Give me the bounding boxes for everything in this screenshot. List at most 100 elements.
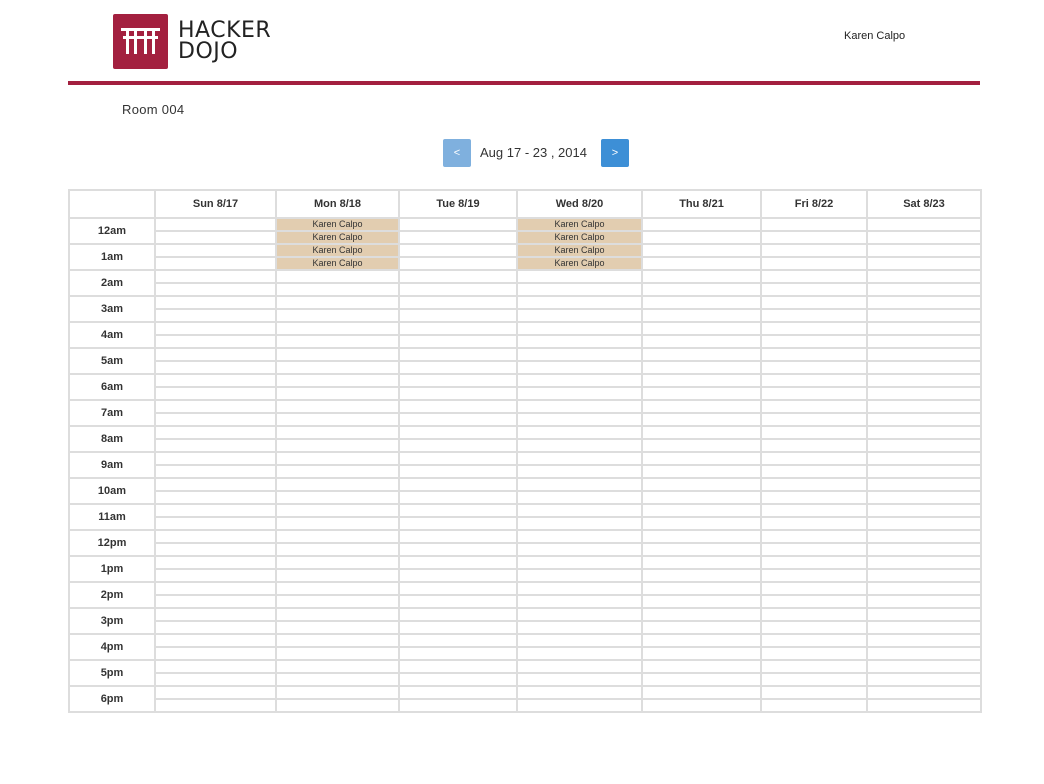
time-slot-cell[interactable]: [516, 698, 643, 713]
time-slot-cell[interactable]: [866, 542, 982, 557]
time-slot-cell[interactable]: [760, 373, 868, 388]
time-slot-cell[interactable]: [760, 308, 868, 323]
time-slot-cell[interactable]: [154, 373, 277, 388]
time-slot-cell[interactable]: [641, 295, 762, 310]
time-slot-cell[interactable]: [398, 386, 518, 401]
time-slot-cell[interactable]: [866, 243, 982, 258]
time-slot-cell[interactable]: [641, 659, 762, 674]
prev-week-button[interactable]: <: [443, 139, 471, 167]
time-slot-cell[interactable]: [398, 425, 518, 440]
time-slot-cell[interactable]: [760, 633, 868, 648]
booking-cell[interactable]: Karen Calpo: [516, 243, 643, 258]
time-slot-cell[interactable]: [641, 464, 762, 479]
hacker-dojo-logo[interactable]: HACKER DOJO: [113, 14, 283, 70]
time-slot-cell[interactable]: [641, 581, 762, 596]
time-slot-cell[interactable]: [398, 217, 518, 232]
time-slot-cell[interactable]: [516, 295, 643, 310]
time-slot-cell[interactable]: [398, 607, 518, 622]
time-slot-cell[interactable]: [516, 594, 643, 609]
time-slot-cell[interactable]: [866, 256, 982, 271]
time-slot-cell[interactable]: [866, 282, 982, 297]
time-slot-cell[interactable]: [760, 438, 868, 453]
time-slot-cell[interactable]: [866, 555, 982, 570]
time-slot-cell[interactable]: [154, 243, 277, 258]
time-slot-cell[interactable]: [641, 685, 762, 700]
time-slot-cell[interactable]: [516, 360, 643, 375]
time-slot-cell[interactable]: [154, 321, 277, 336]
time-slot-cell[interactable]: [760, 295, 868, 310]
time-slot-cell[interactable]: [516, 529, 643, 544]
time-slot-cell[interactable]: [516, 659, 643, 674]
time-slot-cell[interactable]: [154, 594, 277, 609]
time-slot-cell[interactable]: [760, 243, 868, 258]
time-slot-cell[interactable]: [275, 451, 400, 466]
time-slot-cell[interactable]: [866, 464, 982, 479]
time-slot-cell[interactable]: [760, 386, 868, 401]
time-slot-cell[interactable]: [760, 347, 868, 362]
time-slot-cell[interactable]: [516, 334, 643, 349]
time-slot-cell[interactable]: [516, 386, 643, 401]
time-slot-cell[interactable]: [760, 581, 868, 596]
time-slot-cell[interactable]: [154, 672, 277, 687]
time-slot-cell[interactable]: [398, 594, 518, 609]
time-slot-cell[interactable]: [398, 282, 518, 297]
time-slot-cell[interactable]: [866, 451, 982, 466]
time-slot-cell[interactable]: [154, 607, 277, 622]
time-slot-cell[interactable]: [154, 568, 277, 583]
time-slot-cell[interactable]: [866, 646, 982, 661]
time-slot-cell[interactable]: [760, 594, 868, 609]
time-slot-cell[interactable]: [866, 516, 982, 531]
booking-cell[interactable]: Karen Calpo: [516, 256, 643, 271]
time-slot-cell[interactable]: [275, 659, 400, 674]
time-slot-cell[interactable]: [641, 503, 762, 518]
time-slot-cell[interactable]: [275, 425, 400, 440]
time-slot-cell[interactable]: [154, 256, 277, 271]
time-slot-cell[interactable]: [641, 360, 762, 375]
time-slot-cell[interactable]: [760, 360, 868, 375]
time-slot-cell[interactable]: [398, 438, 518, 453]
time-slot-cell[interactable]: [275, 581, 400, 596]
time-slot-cell[interactable]: [866, 659, 982, 674]
time-slot-cell[interactable]: [516, 542, 643, 557]
booking-cell[interactable]: Karen Calpo: [516, 217, 643, 232]
time-slot-cell[interactable]: [154, 581, 277, 596]
time-slot-cell[interactable]: [398, 620, 518, 635]
time-slot-cell[interactable]: [641, 217, 762, 232]
time-slot-cell[interactable]: [760, 321, 868, 336]
time-slot-cell[interactable]: [641, 230, 762, 245]
time-slot-cell[interactable]: [760, 412, 868, 427]
time-slot-cell[interactable]: [641, 490, 762, 505]
time-slot-cell[interactable]: [866, 581, 982, 596]
time-slot-cell[interactable]: [154, 464, 277, 479]
time-slot-cell[interactable]: [516, 399, 643, 414]
time-slot-cell[interactable]: [866, 698, 982, 713]
time-slot-cell[interactable]: [398, 308, 518, 323]
time-slot-cell[interactable]: [760, 646, 868, 661]
time-slot-cell[interactable]: [516, 464, 643, 479]
time-slot-cell[interactable]: [275, 620, 400, 635]
time-slot-cell[interactable]: [760, 607, 868, 622]
time-slot-cell[interactable]: [866, 217, 982, 232]
time-slot-cell[interactable]: [398, 581, 518, 596]
time-slot-cell[interactable]: [398, 698, 518, 713]
time-slot-cell[interactable]: [760, 425, 868, 440]
time-slot-cell[interactable]: [275, 308, 400, 323]
time-slot-cell[interactable]: [154, 334, 277, 349]
time-slot-cell[interactable]: [866, 373, 982, 388]
time-slot-cell[interactable]: [275, 646, 400, 661]
time-slot-cell[interactable]: [275, 399, 400, 414]
time-slot-cell[interactable]: [516, 373, 643, 388]
time-slot-cell[interactable]: [760, 399, 868, 414]
time-slot-cell[interactable]: [398, 490, 518, 505]
time-slot-cell[interactable]: [398, 334, 518, 349]
time-slot-cell[interactable]: [641, 438, 762, 453]
time-slot-cell[interactable]: [398, 399, 518, 414]
time-slot-cell[interactable]: [275, 633, 400, 648]
time-slot-cell[interactable]: [641, 308, 762, 323]
time-slot-cell[interactable]: [866, 360, 982, 375]
booking-cell[interactable]: Karen Calpo: [275, 230, 400, 245]
time-slot-cell[interactable]: [760, 477, 868, 492]
time-slot-cell[interactable]: [398, 373, 518, 388]
time-slot-cell[interactable]: [866, 386, 982, 401]
time-slot-cell[interactable]: [154, 659, 277, 674]
